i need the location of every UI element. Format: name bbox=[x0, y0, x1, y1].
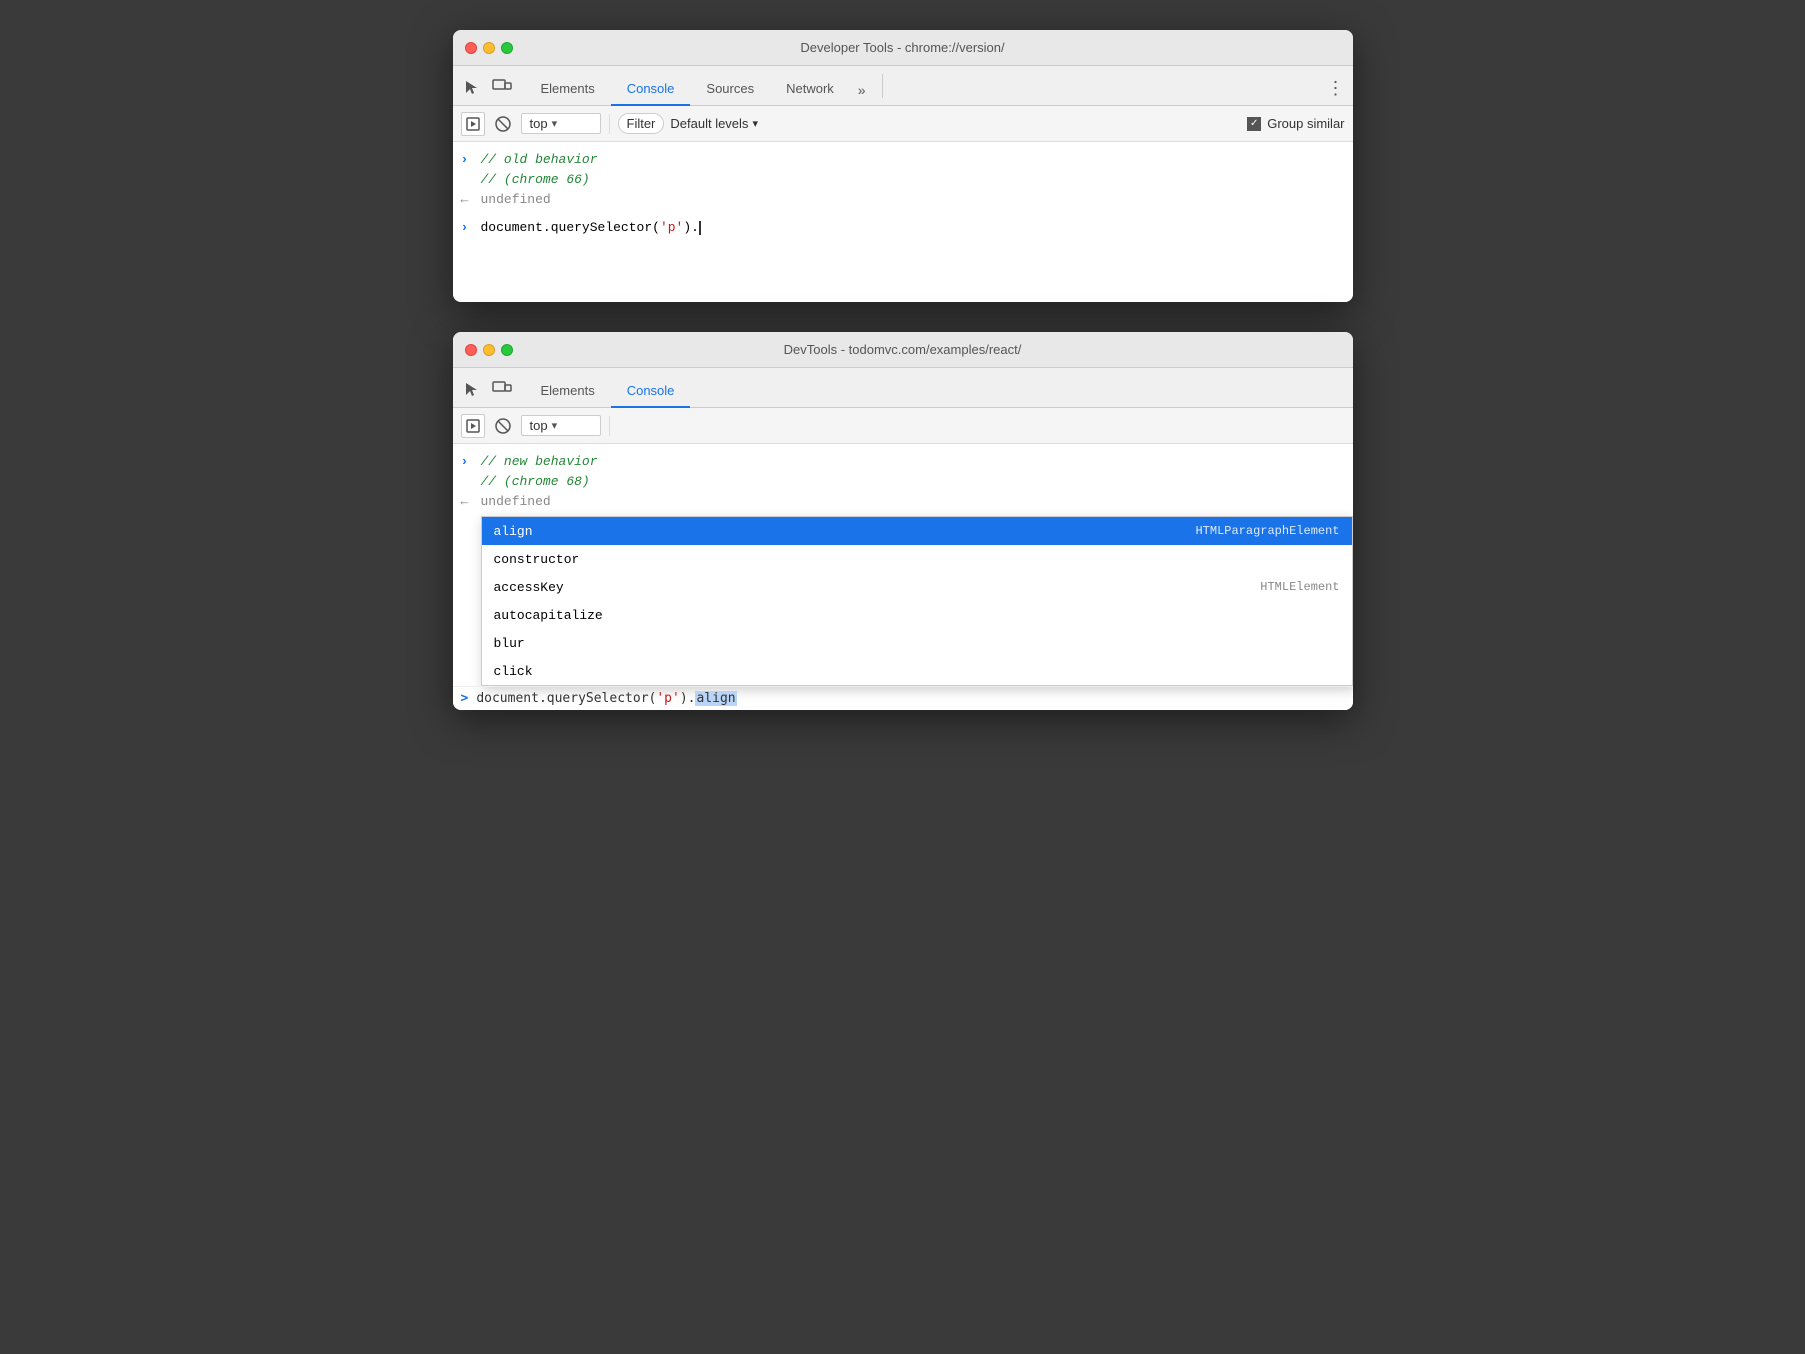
console-prompt-2: > bbox=[461, 691, 469, 706]
console-input-line-1[interactable]: › document.querySelector('p'). bbox=[453, 218, 1353, 238]
device-toggle-icon-2[interactable] bbox=[491, 379, 513, 401]
console-prefix-4: › bbox=[461, 454, 481, 469]
minimize-button-2[interactable] bbox=[483, 344, 495, 356]
checkbox-check-1: ✓ bbox=[1250, 118, 1258, 129]
console-text-4: // new behavior bbox=[481, 454, 1345, 469]
autocomplete-type-accesskey: HTMLElement bbox=[1260, 580, 1339, 594]
default-levels-arrow-1: ▾ bbox=[752, 117, 758, 130]
tab-elements-2[interactable]: Elements bbox=[525, 375, 611, 408]
console-text-3: undefined bbox=[481, 192, 1345, 207]
console-line-4: › // new behavior bbox=[453, 452, 1353, 472]
autocomplete-item-accesskey[interactable]: accessKey HTMLElement bbox=[482, 573, 1352, 601]
console-toolbar-2: top ▾ bbox=[453, 408, 1353, 444]
console-line-6: ← undefined bbox=[453, 492, 1353, 512]
window-title-2: DevTools - todomvc.com/examples/react/ bbox=[784, 342, 1022, 357]
device-toggle-icon[interactable] bbox=[491, 77, 513, 99]
close-button-1[interactable] bbox=[465, 42, 477, 54]
context-selector-2[interactable]: top ▾ bbox=[521, 415, 601, 436]
autocomplete-selected-text: align bbox=[695, 691, 736, 706]
console-input-text-2[interactable]: document.querySelector('p').align bbox=[476, 691, 736, 706]
devtools-window-2: DevTools - todomvc.com/examples/react/ E… bbox=[453, 332, 1353, 710]
tab-bar-icons-1 bbox=[461, 77, 513, 105]
traffic-lights-2 bbox=[465, 344, 513, 356]
group-similar-checkbox-1[interactable]: ✓ bbox=[1247, 117, 1261, 131]
autocomplete-item-blur[interactable]: blur bbox=[482, 629, 1352, 657]
autocomplete-label-constructor: constructor bbox=[494, 552, 1320, 567]
execute-button-1[interactable] bbox=[461, 112, 485, 136]
tab-bar-icons-2 bbox=[461, 379, 513, 407]
autocomplete-label-accesskey: accessKey bbox=[494, 580, 1241, 595]
console-text-5: // (chrome 68) bbox=[481, 474, 1345, 489]
autocomplete-label-align: align bbox=[494, 524, 1176, 539]
console-text-1: // old behavior bbox=[481, 152, 1345, 167]
select-tool-icon-2[interactable] bbox=[461, 379, 483, 401]
tab-network-1[interactable]: Network bbox=[770, 73, 850, 106]
close-button-2[interactable] bbox=[465, 344, 477, 356]
context-dropdown-arrow-1: ▾ bbox=[552, 117, 558, 130]
console-input-line-2[interactable]: > document.querySelector('p').align bbox=[453, 686, 1353, 710]
toolbar-divider-1 bbox=[609, 114, 610, 134]
console-line-1: › // old behavior bbox=[453, 150, 1353, 170]
tab-console-2[interactable]: Console bbox=[611, 375, 691, 408]
console-prefix-3: ← bbox=[461, 192, 481, 207]
clear-console-button-1[interactable] bbox=[491, 112, 515, 136]
default-levels-1[interactable]: Default levels ▾ bbox=[670, 116, 758, 131]
maximize-button-1[interactable] bbox=[501, 42, 513, 54]
window-title-1: Developer Tools - chrome://version/ bbox=[800, 40, 1004, 55]
autocomplete-dropdown: align HTMLParagraphElement constructor a… bbox=[481, 516, 1353, 686]
autocomplete-label-autocapitalize: autocapitalize bbox=[494, 608, 1320, 623]
minimize-button-1[interactable] bbox=[483, 42, 495, 54]
select-tool-icon[interactable] bbox=[461, 77, 483, 99]
context-dropdown-arrow-2: ▾ bbox=[552, 419, 558, 432]
default-levels-label-1: Default levels bbox=[670, 116, 748, 131]
console-content-1: › // old behavior // (chrome 66) ← undef… bbox=[453, 142, 1353, 302]
group-similar-label-1: Group similar bbox=[1267, 116, 1344, 131]
string-value-2: 'p' bbox=[656, 691, 679, 706]
autocomplete-item-align[interactable]: align HTMLParagraphElement bbox=[482, 517, 1352, 545]
console-content-2: › // new behavior // (chrome 68) ← undef… bbox=[453, 444, 1353, 710]
autocomplete-label-click: click bbox=[494, 664, 1320, 679]
group-similar-1[interactable]: ✓ Group similar bbox=[1247, 116, 1344, 131]
execute-button-2[interactable] bbox=[461, 414, 485, 438]
console-line-3: ← undefined bbox=[453, 190, 1353, 210]
tab-console-1[interactable]: Console bbox=[611, 73, 691, 106]
filter-input-1[interactable]: Filter bbox=[618, 113, 665, 134]
tab-bar-2: Elements Console bbox=[453, 368, 1353, 408]
cursor-1 bbox=[699, 221, 701, 235]
context-selector-1[interactable]: top ▾ bbox=[521, 113, 601, 134]
autocomplete-type-align: HTMLParagraphElement bbox=[1195, 524, 1339, 538]
console-prefix-6: ← bbox=[461, 494, 481, 509]
devtools-window-1: Developer Tools - chrome://version/ Elem… bbox=[453, 30, 1353, 302]
console-text-2: // (chrome 66) bbox=[481, 172, 1345, 187]
maximize-button-2[interactable] bbox=[501, 344, 513, 356]
console-line-5: // (chrome 68) bbox=[453, 472, 1353, 492]
console-spacer-1 bbox=[453, 210, 1353, 218]
console-input-text-1[interactable]: document.querySelector('p'). bbox=[481, 220, 1345, 235]
tab-sources-1[interactable]: Sources bbox=[690, 73, 770, 106]
tab-elements-1[interactable]: Elements bbox=[525, 73, 611, 106]
console-text-6: undefined bbox=[481, 494, 1345, 509]
clear-console-button-2[interactable] bbox=[491, 414, 515, 438]
console-line-2: // (chrome 66) bbox=[453, 170, 1353, 190]
tab-bar-1: Elements Console Sources Network » ⋮ bbox=[453, 66, 1353, 106]
console-input-prefix-1: › bbox=[461, 220, 481, 235]
context-value-2: top bbox=[530, 418, 548, 433]
filter-label-1: Filter bbox=[627, 116, 656, 131]
title-bar-1: Developer Tools - chrome://version/ bbox=[453, 30, 1353, 66]
autocomplete-item-constructor[interactable]: constructor bbox=[482, 545, 1352, 573]
autocomplete-item-autocapitalize[interactable]: autocapitalize bbox=[482, 601, 1352, 629]
title-bar-2: DevTools - todomvc.com/examples/react/ bbox=[453, 332, 1353, 368]
console-toolbar-1: top ▾ Filter Default levels ▾ ✓ Group si… bbox=[453, 106, 1353, 142]
console-prefix-1: › bbox=[461, 152, 481, 167]
string-value-1: 'p' bbox=[660, 220, 683, 235]
toolbar-divider-2 bbox=[609, 416, 610, 436]
autocomplete-label-blur: blur bbox=[494, 636, 1320, 651]
tab-more-1[interactable]: » bbox=[850, 74, 874, 106]
autocomplete-item-click[interactable]: click bbox=[482, 657, 1352, 685]
traffic-lights-1 bbox=[465, 42, 513, 54]
context-value-1: top bbox=[530, 116, 548, 131]
devtools-menu-icon-1[interactable]: ⋮ bbox=[1327, 78, 1345, 105]
tab-separator-1 bbox=[882, 74, 883, 98]
